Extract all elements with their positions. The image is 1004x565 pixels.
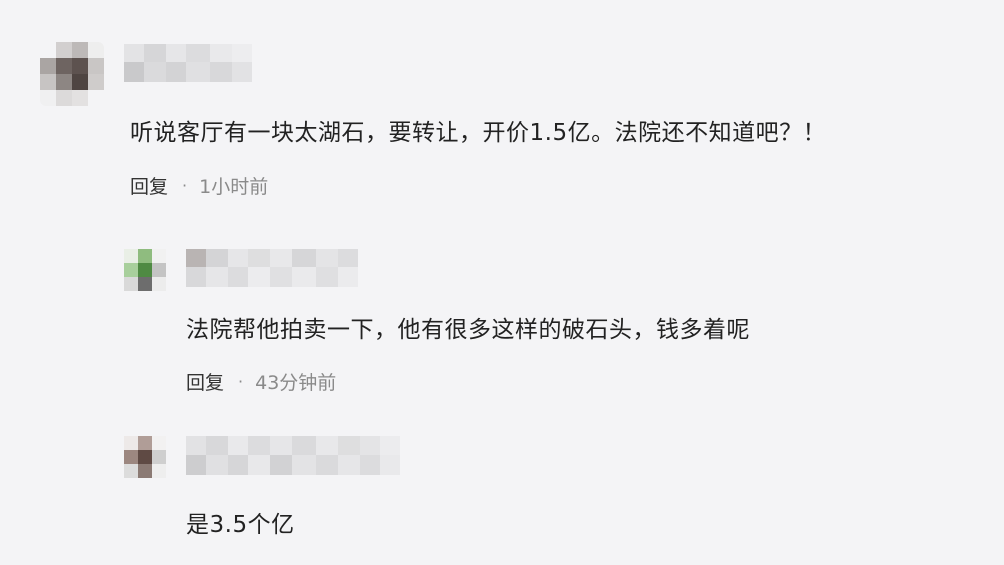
comment-meta: 回复 · 1小时前: [130, 172, 268, 199]
comment-thread: 听说客厅有一块太湖石，要转让，开价1.5亿。法院还不知道吧？！ 回复 · 1小时…: [0, 0, 1004, 565]
timestamp: 43分钟前: [255, 372, 337, 394]
username-blurred[interactable]: [186, 249, 358, 269]
username-blurred-row: [186, 267, 358, 287]
username-blurred-row: [124, 62, 252, 82]
reply-button[interactable]: 回复: [186, 368, 224, 395]
separator-dot: ·: [238, 372, 244, 391]
comment-text: 听说客厅有一块太湖石，要转让，开价1.5亿。法院还不知道吧？！: [130, 120, 827, 146]
avatar[interactable]: [124, 249, 166, 291]
comment-text: 是3.5个亿: [186, 512, 295, 538]
comment-meta: 回复 · 43分钟前: [186, 368, 336, 395]
comment-text: 法院帮他拍卖一下，他有很多这样的破石头，钱多着呢: [186, 317, 750, 343]
separator-dot: ·: [182, 176, 188, 195]
username-blurred[interactable]: [124, 44, 252, 64]
reply-button[interactable]: 回复: [130, 172, 168, 199]
timestamp: 1小时前: [199, 176, 269, 198]
username-blurred-row: [186, 455, 400, 475]
avatar[interactable]: [124, 436, 166, 478]
avatar[interactable]: [40, 42, 104, 106]
username-blurred[interactable]: [186, 436, 400, 456]
